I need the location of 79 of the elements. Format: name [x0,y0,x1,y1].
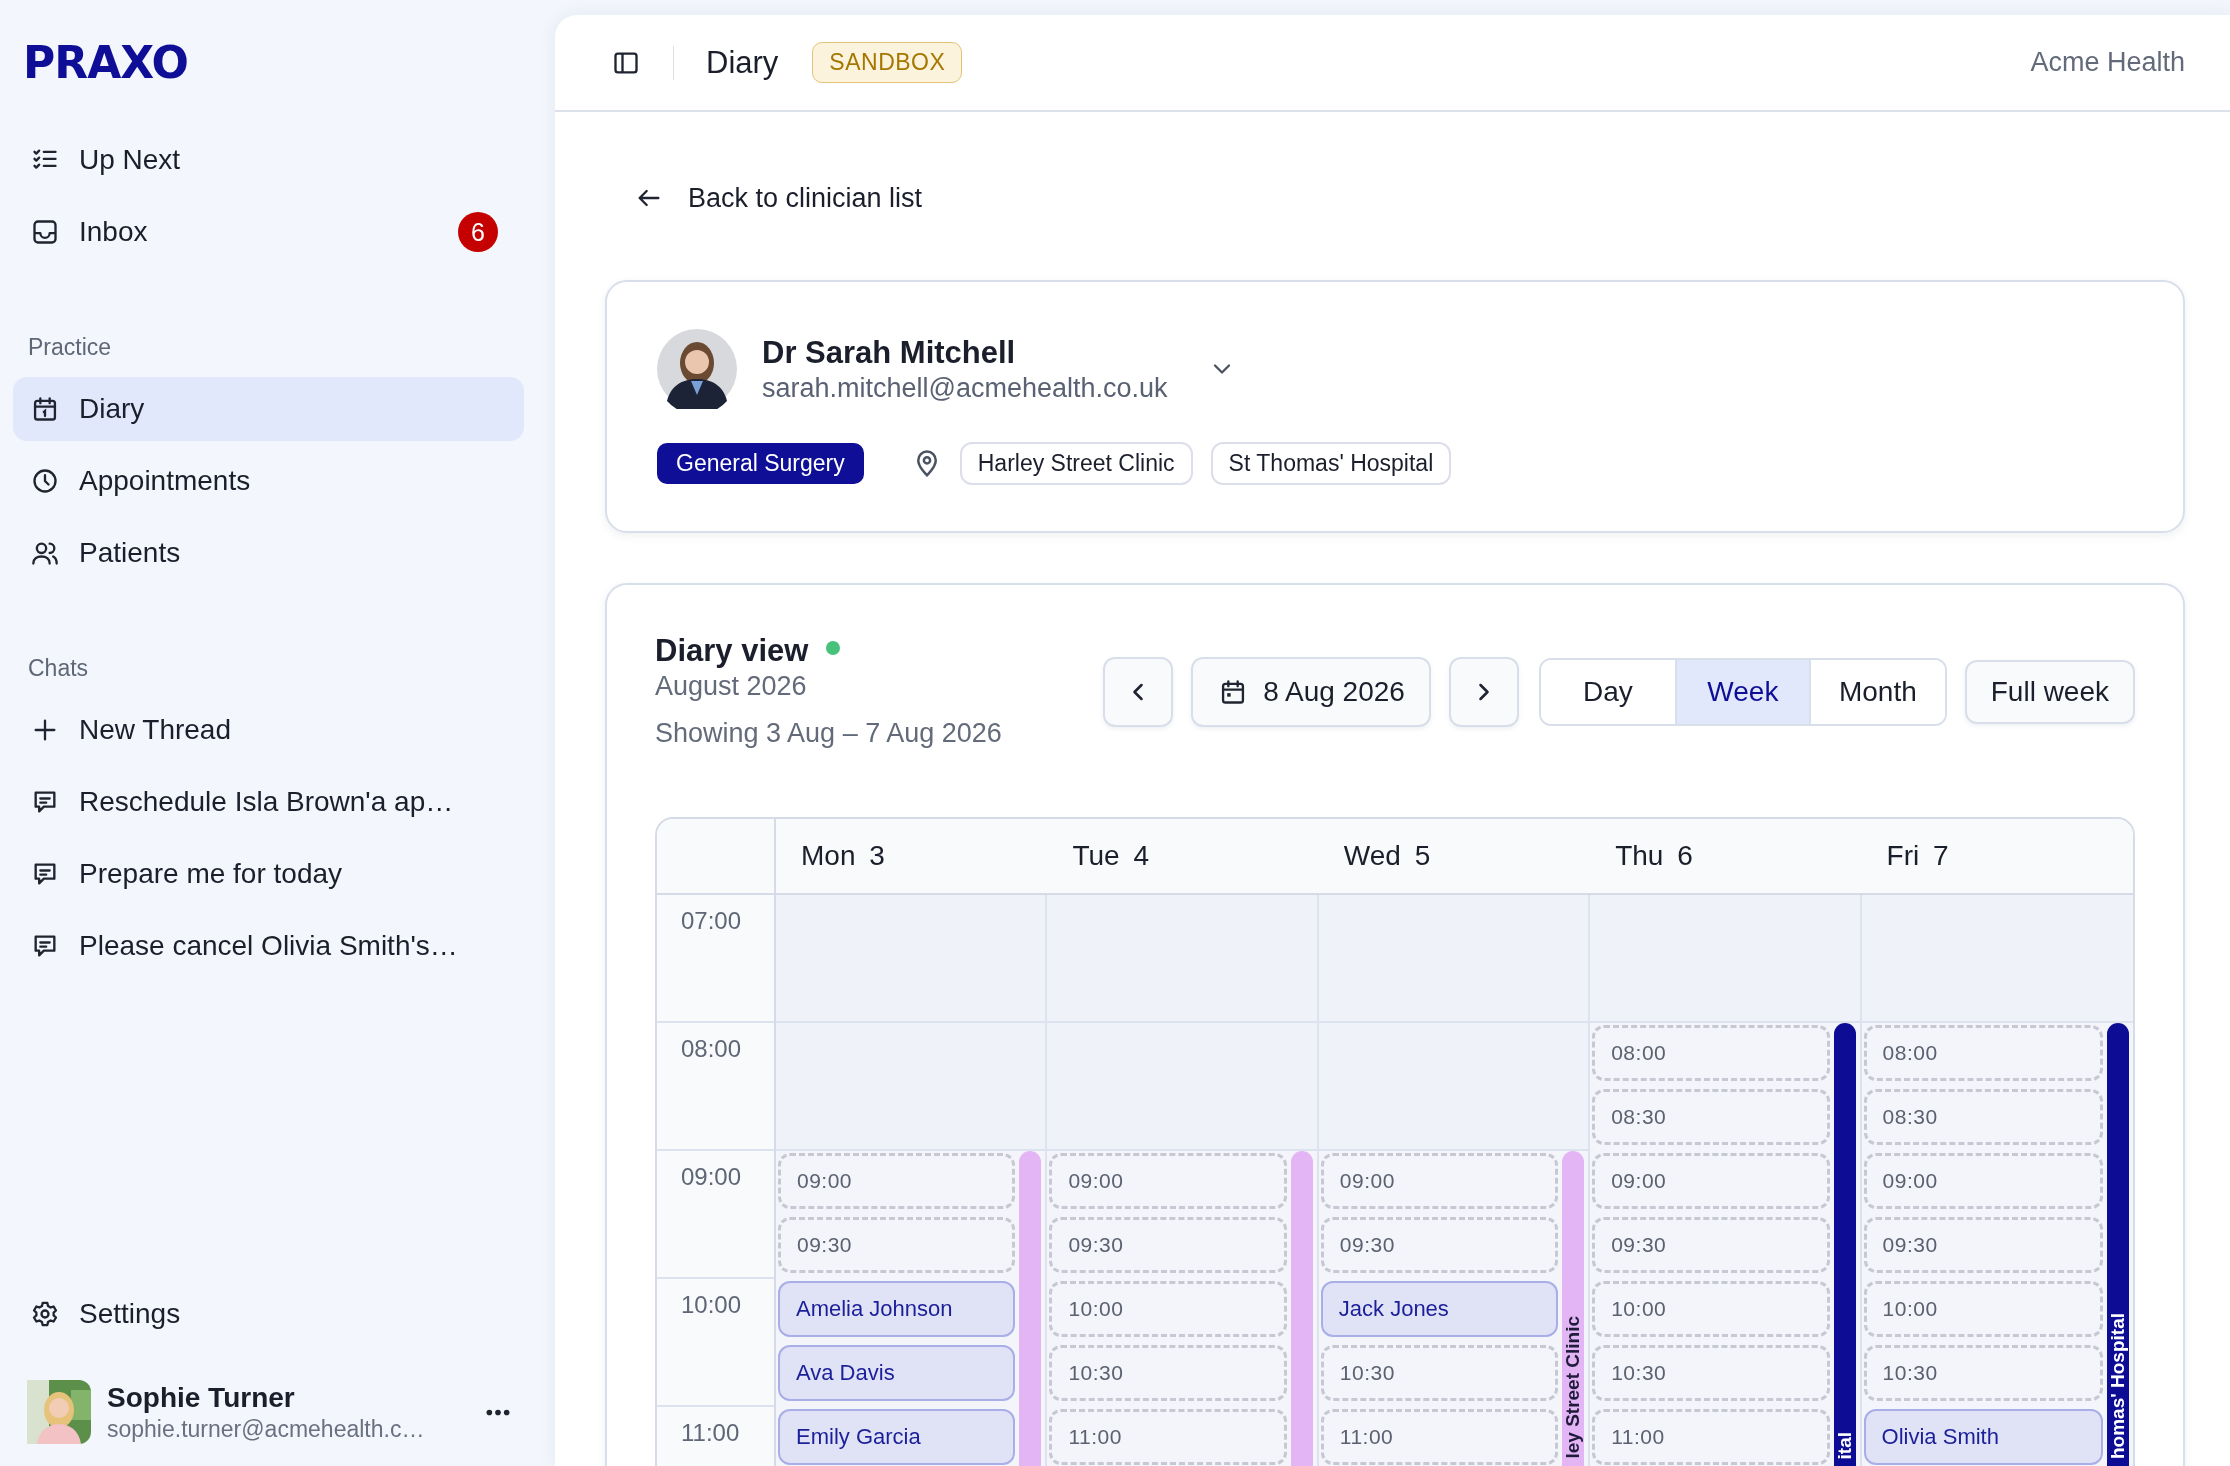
clinician-name: Dr Sarah Mitchell [762,334,1017,371]
open-slot[interactable]: 10:00 [1049,1281,1287,1337]
nav-item[interactable]: New Thread [13,698,524,762]
back-link[interactable]: Back to clinician list [635,180,923,216]
diary-title: Diary view [655,633,809,669]
open-slot[interactable]: 11:00 [1320,1409,1559,1465]
day-header: Wed 5 [1343,840,1431,872]
day-header: Fri 7 [1886,840,1949,872]
specialty-tag: General Surgery [657,443,864,484]
location-tag: St Thomas' Hospital [1210,442,1452,485]
settings-icon [31,1300,59,1328]
user-name: Sophie Turner [107,1381,295,1414]
section-title: Practice [28,334,112,361]
date-picker-button[interactable]: 8 Aug 2026 [1191,657,1431,727]
appointment[interactable]: Amelia Johnson [778,1281,1016,1337]
nav-item[interactable]: Inbox 6 [13,200,524,264]
sandbox-badge: SANDBOX [812,42,963,83]
logo: PRAXO [23,38,188,88]
hour-label: 07:00 [681,907,742,935]
view-tab[interactable]: Week [1674,660,1809,724]
location-tag: Harley Street Clinic [959,442,1193,485]
open-slot[interactable]: 08:30 [1592,1089,1830,1145]
location-label: homas' Hospital [2107,1313,2129,1459]
location-label: ley Street Clinic [1562,1316,1585,1459]
open-slot[interactable]: 10:00 [1863,1281,2103,1337]
open-slot[interactable]: 09:30 [1592,1217,1830,1273]
appointment[interactable]: Olivia Smith [1863,1409,2103,1465]
open-slot[interactable]: 09:00 [1320,1153,1559,1209]
month-label: August 2026 [655,671,807,702]
hour-label: 11:00 [681,1419,740,1447]
open-slot[interactable]: 09:00 [1592,1153,1830,1209]
day-header: Mon 3 [801,840,885,872]
date-range: Showing 3 Aug – 7 Aug 2026 [655,718,1002,749]
user-email: sophie.turner@acmehealth.c… [107,1415,425,1443]
full-week-button[interactable]: Full week [1964,660,2135,724]
hour-label: 09:00 [681,1163,742,1191]
clinician-email: sarah.mitchell@acmehealth.co.uk [762,372,1168,404]
nav-item[interactable]: Patients [13,521,524,585]
hour-label: 08:00 [681,1035,742,1063]
open-slot[interactable]: 08:00 [1863,1025,2103,1081]
nav-item[interactable]: Please cancel Olivia Smith's… [13,914,524,978]
open-slot[interactable]: 08:00 [1592,1025,1830,1081]
nav-item[interactable]: Prepare me for today [13,842,524,906]
nav-item[interactable]: Up Next [13,128,524,192]
open-slot[interactable]: 09:00 [778,1153,1016,1209]
open-slot[interactable]: 11:00 [1049,1409,1287,1465]
inbox-icon [31,218,59,246]
more-icon[interactable] [485,1407,511,1417]
location-label: ital [1833,1431,1856,1459]
nav-item[interactable]: Appointments [13,449,524,513]
open-slot[interactable]: 08:30 [1863,1089,2103,1145]
appointment[interactable]: Jack Jones [1320,1281,1559,1337]
open-slot[interactable]: 10:00 [1592,1281,1830,1337]
open-slot[interactable]: 09:30 [1049,1217,1287,1273]
open-slot[interactable]: 10:30 [1049,1345,1287,1401]
open-slot[interactable]: 10:30 [1592,1345,1830,1401]
organization-name: Acme Health [2030,47,2185,78]
appointment[interactable]: Emily Garcia [778,1409,1016,1465]
nav-item[interactable]: Reschedule Isla Brown'a ap… [13,770,524,834]
section-title: Chats [28,655,89,682]
open-slot[interactable]: 09:00 [1863,1153,2103,1209]
open-slot[interactable]: 09:30 [778,1217,1016,1273]
hour-label: 10:00 [681,1291,742,1319]
day-header: Thu 6 [1615,840,1693,872]
open-slot[interactable]: 10:30 [1320,1345,1559,1401]
appointment[interactable]: Ava Davis [778,1345,1016,1401]
view-tab[interactable]: Month [1808,660,1945,724]
settings-item[interactable]: Settings [13,1282,524,1346]
clock-icon [31,467,59,495]
open-slot[interactable]: 09:00 [1049,1153,1287,1209]
page-title: Diary [706,44,779,81]
count-badge: 6 [458,212,498,252]
day-header: Tue 4 [1072,840,1149,872]
open-slot[interactable]: 09:30 [1320,1217,1559,1273]
calendar-icon [31,395,59,423]
open-slot[interactable]: 11:00 [1592,1409,1830,1465]
open-slot[interactable]: 09:30 [1863,1217,2103,1273]
open-slot[interactable]: 10:30 [1863,1345,2103,1401]
nav-item[interactable]: Diary [13,377,524,441]
